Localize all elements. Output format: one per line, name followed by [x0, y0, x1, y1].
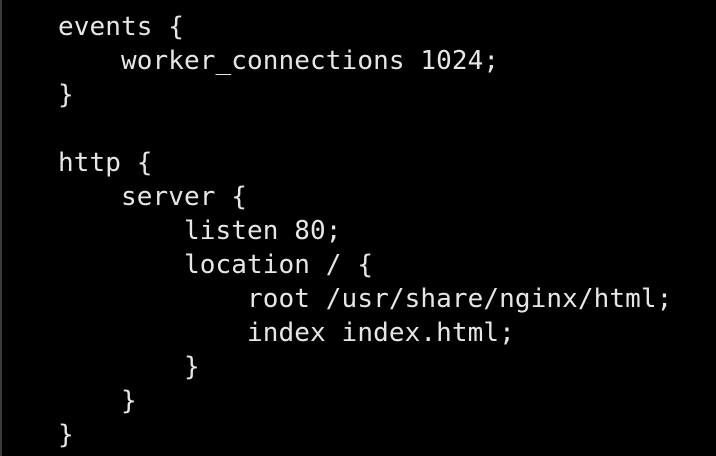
code-line-worker-connections: worker_connections 1024; [58, 46, 500, 76]
code-line-http-close: } [58, 420, 74, 450]
code-line-listen: listen 80; [58, 216, 342, 246]
code-line-location-open: location / { [58, 250, 374, 280]
code-line-events-open: events { [58, 12, 185, 42]
code-line-server-open: server { [58, 182, 248, 212]
code-line-index: index index.html; [58, 318, 515, 348]
code-line-server-close: } [58, 386, 137, 416]
code-line-http-open: http { [58, 148, 153, 178]
nginx-config-code[interactable]: events { worker_connections 1024; } http… [58, 10, 672, 452]
code-line-location-close: } [58, 352, 200, 382]
terminal-window: events { worker_connections 1024; } http… [0, 0, 716, 456]
code-line-events-close: } [58, 80, 74, 110]
code-line-root: root /usr/share/nginx/html; [58, 284, 673, 314]
window-border [0, 0, 2, 456]
